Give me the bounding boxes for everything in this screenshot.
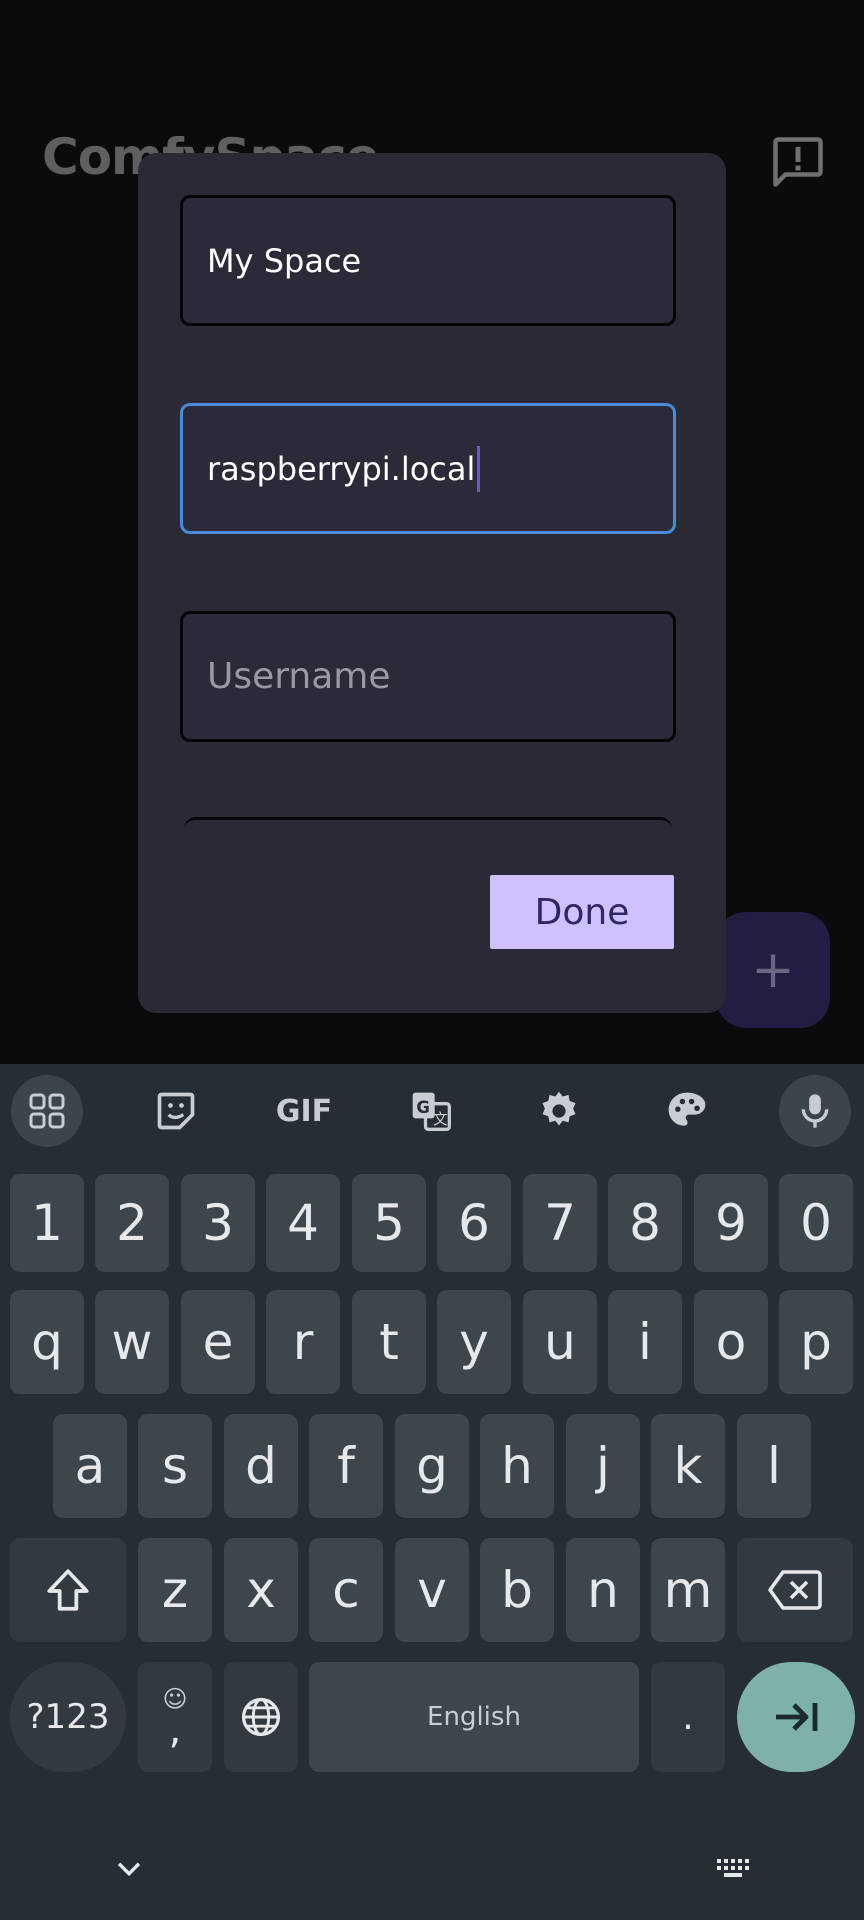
space-key[interactable]: English xyxy=(309,1662,639,1772)
key-c[interactable]: c xyxy=(309,1538,383,1642)
symbols-key[interactable]: ?123 xyxy=(10,1662,126,1772)
key-z[interactable]: z xyxy=(138,1538,212,1642)
key-3[interactable]: 3 xyxy=(181,1174,255,1272)
shift-key[interactable] xyxy=(10,1538,126,1642)
gif-label: GIF xyxy=(275,1093,333,1129)
key-5[interactable]: 5 xyxy=(352,1174,426,1272)
language-key[interactable] xyxy=(224,1662,298,1772)
host-field[interactable]: raspberrypi.local xyxy=(180,403,676,534)
globe-icon xyxy=(241,1697,281,1737)
theme-button[interactable] xyxy=(651,1075,723,1147)
done-button[interactable]: Done xyxy=(490,875,674,949)
backspace-icon xyxy=(768,1570,822,1610)
gif-button[interactable]: GIF xyxy=(268,1075,340,1147)
key-0[interactable]: 0 xyxy=(779,1174,853,1272)
key-o[interactable]: o xyxy=(694,1290,768,1394)
settings-gear-icon xyxy=(542,1091,576,1126)
palette-icon xyxy=(668,1092,706,1126)
hide-keyboard-button[interactable] xyxy=(112,1856,146,1885)
add-space-dialog: My Space raspberrypi.local Username Done xyxy=(138,153,726,1013)
keyboard-icon xyxy=(717,1859,749,1877)
key-i[interactable]: i xyxy=(608,1290,682,1394)
backspace-key[interactable] xyxy=(737,1538,853,1642)
key-m[interactable]: m xyxy=(651,1538,725,1642)
key-j[interactable]: j xyxy=(566,1414,640,1518)
username-placeholder: Username xyxy=(207,656,391,697)
chevron-down-icon xyxy=(117,1862,141,1877)
key-t[interactable]: t xyxy=(352,1290,426,1394)
key-p[interactable]: p xyxy=(779,1290,853,1394)
key-l[interactable]: l xyxy=(737,1414,811,1518)
key-w[interactable]: w xyxy=(95,1290,169,1394)
key-x[interactable]: x xyxy=(224,1538,298,1642)
feedback-button[interactable] xyxy=(768,132,828,192)
apps-grid-icon xyxy=(29,1093,65,1129)
key-a[interactable]: a xyxy=(53,1414,127,1518)
keyboard-switcher-button[interactable] xyxy=(716,1858,752,1885)
key-f[interactable]: f xyxy=(309,1414,383,1518)
key-7[interactable]: 7 xyxy=(523,1174,597,1272)
sticker-button[interactable] xyxy=(140,1075,212,1147)
key-h[interactable]: h xyxy=(480,1414,554,1518)
settings-button[interactable] xyxy=(523,1075,595,1147)
key-1[interactable]: 1 xyxy=(10,1174,84,1272)
sticker-icon xyxy=(157,1092,195,1130)
period-key[interactable]: . xyxy=(651,1662,725,1772)
add-space-button[interactable]: + xyxy=(716,912,830,1028)
key-n[interactable]: n xyxy=(566,1538,640,1642)
key-8[interactable]: 8 xyxy=(608,1174,682,1272)
key-r[interactable]: r xyxy=(266,1290,340,1394)
host-field-value: raspberrypi.local xyxy=(207,449,476,488)
comma-label: , xyxy=(168,1707,182,1753)
key-q[interactable]: q xyxy=(10,1290,84,1394)
key-d[interactable]: d xyxy=(224,1414,298,1518)
svg-text:文: 文 xyxy=(433,1111,448,1128)
translate-button[interactable]: G 文 xyxy=(395,1075,467,1147)
key-y[interactable]: y xyxy=(437,1290,511,1394)
svg-text:G: G xyxy=(416,1098,430,1117)
shift-arrow-icon xyxy=(47,1569,89,1611)
next-field-key[interactable] xyxy=(737,1662,855,1772)
key-4[interactable]: 4 xyxy=(266,1174,340,1272)
key-9[interactable]: 9 xyxy=(694,1174,768,1272)
text-cursor xyxy=(477,445,481,492)
key-s[interactable]: s xyxy=(138,1414,212,1518)
apps-grid-button[interactable] xyxy=(11,1075,83,1147)
translate-icon: G 文 xyxy=(412,1092,451,1131)
name-field[interactable]: My Space xyxy=(180,195,676,326)
key-e[interactable]: e xyxy=(181,1290,255,1394)
key-b[interactable]: b xyxy=(480,1538,554,1642)
key-g[interactable]: g xyxy=(395,1414,469,1518)
password-field[interactable] xyxy=(184,817,672,850)
key-k[interactable]: k xyxy=(651,1414,725,1518)
comma-key[interactable]: ☺ , xyxy=(138,1662,212,1772)
key-u[interactable]: u xyxy=(523,1290,597,1394)
voice-input-button[interactable] xyxy=(779,1075,851,1147)
feedback-icon xyxy=(773,137,823,187)
plus-icon: + xyxy=(751,940,795,1000)
microphone-icon xyxy=(801,1094,829,1128)
key-6[interactable]: 6 xyxy=(437,1174,511,1272)
tab-next-icon xyxy=(776,1703,818,1731)
name-field-value: My Space xyxy=(207,241,362,280)
key-v[interactable]: v xyxy=(395,1538,469,1642)
username-field[interactable]: Username xyxy=(180,611,676,742)
key-2[interactable]: 2 xyxy=(95,1174,169,1272)
